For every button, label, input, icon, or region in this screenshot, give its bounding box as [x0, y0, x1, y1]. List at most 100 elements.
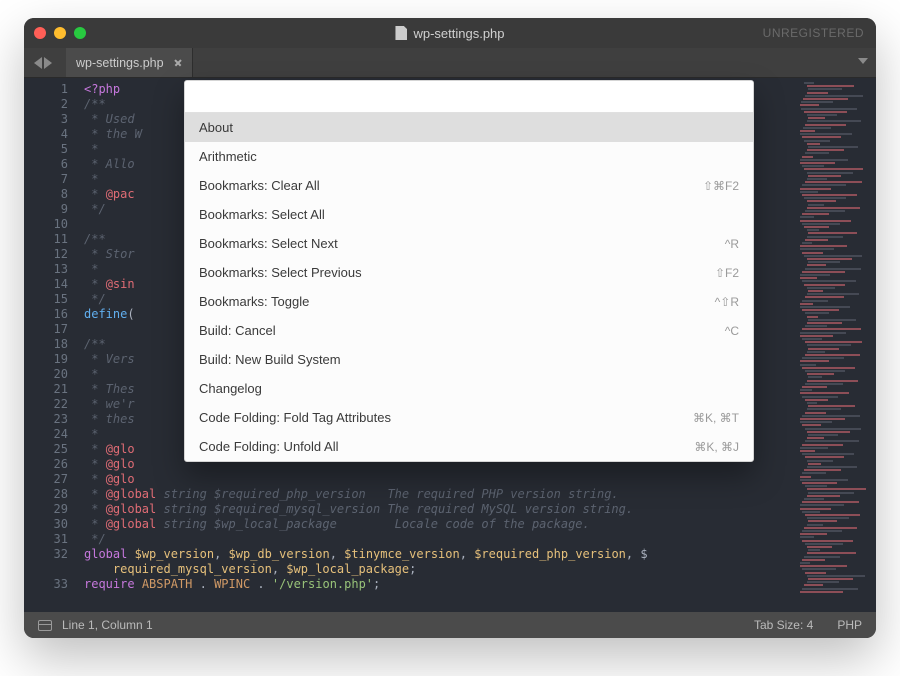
command-palette-list: AboutArithmeticBookmarks: Clear All⇧⌘F2B… [185, 113, 753, 461]
nav-arrows [34, 57, 52, 69]
command-palette-item[interactable]: Changelog [185, 374, 753, 403]
command-label: Build: Cancel [199, 323, 276, 338]
line-number: 7 [24, 172, 68, 187]
line-number: 19 [24, 352, 68, 367]
nav-back-icon[interactable] [34, 57, 42, 69]
line-number: 18 [24, 337, 68, 352]
line-number: 1 [24, 82, 68, 97]
command-palette-item[interactable]: Bookmarks: Clear All ⇧⌘F2 [185, 171, 753, 200]
nav-forward-icon[interactable] [44, 57, 52, 69]
tab-bar: wp-settings.php [66, 48, 193, 77]
line-number: 23 [24, 412, 68, 427]
close-icon[interactable] [174, 59, 182, 67]
titlebar: wp-settings.php UNREGISTERED [24, 18, 876, 48]
command-palette: AboutArithmeticBookmarks: Clear All⇧⌘F2B… [184, 80, 754, 462]
line-number: 14 [24, 277, 68, 292]
command-label: Build: New Build System [199, 352, 341, 367]
minimap[interactable] [796, 78, 876, 612]
line-number: 31 [24, 532, 68, 547]
command-palette-search[interactable] [185, 81, 753, 113]
command-shortcut: ⇧F2 [715, 266, 739, 280]
command-palette-item[interactable]: Build: Cancel ^C [185, 316, 753, 345]
command-palette-item[interactable]: Bookmarks: Select Previous ⇧F2 [185, 258, 753, 287]
overflow-menu-icon[interactable] [858, 58, 868, 64]
command-palette-item[interactable]: Arithmetic [185, 142, 753, 171]
command-label: Code Folding: Fold Tag Attributes [199, 410, 391, 425]
line-number: 26 [24, 457, 68, 472]
tab-size-label[interactable]: Tab Size: 4 [754, 618, 813, 632]
command-palette-item[interactable]: Bookmarks: Select Next ^R [185, 229, 753, 258]
line-number: 9 [24, 202, 68, 217]
code-line[interactable]: * @global string $required_php_version T… [84, 487, 796, 502]
line-number: 20 [24, 367, 68, 382]
command-palette-item[interactable]: About [185, 113, 753, 142]
panel-icon[interactable] [38, 620, 52, 631]
code-line[interactable]: * @global string $wp_local_package Local… [84, 517, 796, 532]
line-number: 22 [24, 397, 68, 412]
command-label: Bookmarks: Clear All [199, 178, 320, 193]
line-number: 11 [24, 232, 68, 247]
command-label: About [199, 120, 233, 135]
command-label: Bookmarks: Select All [199, 207, 325, 222]
code-line[interactable]: global $wp_version, $wp_db_version, $tin… [84, 547, 796, 562]
command-palette-item[interactable]: Build: New Build System [185, 345, 753, 374]
traffic-lights [34, 27, 86, 39]
line-number: 17 [24, 322, 68, 337]
command-shortcut: ⌘K, ⌘J [694, 440, 739, 454]
line-number: 21 [24, 382, 68, 397]
command-palette-item[interactable]: Code Folding: Unfold All ⌘K, ⌘J [185, 432, 753, 461]
command-palette-item[interactable]: Bookmarks: Toggle ^⇧R [185, 287, 753, 316]
line-number: 2 [24, 97, 68, 112]
line-number: 33 [24, 577, 68, 592]
close-icon[interactable] [34, 27, 46, 39]
editor-window: wp-settings.php UNREGISTERED wp-settings… [24, 18, 876, 638]
line-number: 13 [24, 262, 68, 277]
command-label: Bookmarks: Select Next [199, 236, 338, 251]
toolbar: wp-settings.php [24, 48, 876, 78]
command-shortcut: ⇧⌘F2 [703, 179, 739, 193]
command-shortcut: ^⇧R [715, 295, 739, 309]
window-title: wp-settings.php [24, 26, 876, 41]
registration-badge: UNREGISTERED [763, 26, 864, 40]
minimize-icon[interactable] [54, 27, 66, 39]
maximize-icon[interactable] [74, 27, 86, 39]
code-line[interactable]: * @global string $required_mysql_version… [84, 502, 796, 517]
command-shortcut: ⌘K, ⌘T [693, 411, 739, 425]
language-label[interactable]: PHP [837, 618, 862, 632]
line-number: 3 [24, 112, 68, 127]
command-label: Bookmarks: Select Previous [199, 265, 362, 280]
line-number: 32 [24, 547, 68, 562]
command-shortcut: ^C [725, 324, 739, 338]
file-icon [395, 26, 407, 40]
line-number: 29 [24, 502, 68, 517]
line-number: 30 [24, 517, 68, 532]
line-number: 16 [24, 307, 68, 322]
line-number: 6 [24, 157, 68, 172]
code-line[interactable]: * @glo [84, 472, 796, 487]
tab-label: wp-settings.php [76, 56, 164, 70]
line-number: 27 [24, 472, 68, 487]
line-number: 10 [24, 217, 68, 232]
line-number: 28 [24, 487, 68, 502]
code-line[interactable]: */ [84, 532, 796, 547]
cursor-position: Line 1, Column 1 [62, 618, 153, 632]
line-gutter: 1234567891011121314151617181920212223242… [24, 78, 78, 612]
command-label: Code Folding: Unfold All [199, 439, 338, 454]
line-number: 5 [24, 142, 68, 157]
command-label: Arithmetic [199, 149, 257, 164]
code-line[interactable]: required_mysql_version, $wp_local_packag… [84, 562, 796, 577]
command-shortcut: ^R [725, 237, 739, 251]
line-number: 12 [24, 247, 68, 262]
window-title-text: wp-settings.php [413, 26, 504, 41]
tab-file[interactable]: wp-settings.php [66, 48, 193, 77]
command-palette-item[interactable]: Code Folding: Fold Tag Attributes ⌘K, ⌘T [185, 403, 753, 432]
command-palette-item[interactable]: Bookmarks: Select All [185, 200, 753, 229]
line-number: 25 [24, 442, 68, 457]
line-number: 15 [24, 292, 68, 307]
line-number: 8 [24, 187, 68, 202]
command-label: Changelog [199, 381, 262, 396]
line-number: 4 [24, 127, 68, 142]
command-label: Bookmarks: Toggle [199, 294, 309, 309]
code-line[interactable]: require ABSPATH . WPINC . '/version.php'… [84, 577, 796, 592]
line-number: 24 [24, 427, 68, 442]
